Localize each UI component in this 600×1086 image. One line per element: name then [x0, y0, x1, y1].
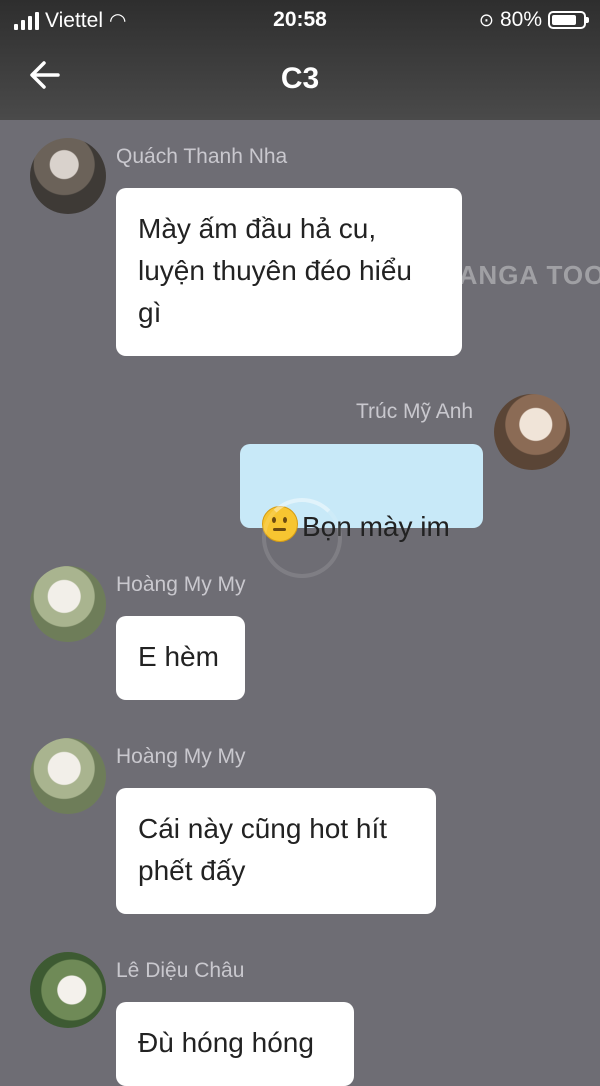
chat-title: C3	[280, 62, 320, 95]
battery-icon	[548, 11, 589, 29]
app-header: Viettel ◠ 20:58 ⊙ 80% C3	[0, 0, 600, 120]
sender-name: Hoàng My My	[116, 745, 246, 768]
orientation-lock-icon: ⊙	[478, 9, 494, 30]
sender-name: Trúc Mỹ Anh	[356, 400, 474, 423]
avatar[interactable]	[30, 138, 106, 214]
message-bubble: Đù hóng hóng	[116, 1002, 354, 1086]
message-bubble: Cái này cũng hot hít phết đấy	[116, 788, 436, 914]
avatar[interactable]	[30, 952, 106, 1028]
message-bubble: Mày ấm đầu hả cu, luyện thuyên đéo hiểu …	[116, 188, 462, 356]
message-bubble: E hèm	[116, 616, 245, 700]
sender-name: Hoàng My My	[116, 573, 246, 596]
battery-percent: 80%	[499, 8, 542, 31]
loading-spinner-icon	[262, 498, 342, 578]
avatar[interactable]	[30, 566, 106, 642]
status-bar: Viettel ◠ 20:58 ⊙ 80%	[0, 0, 600, 40]
avatar[interactable]	[494, 394, 570, 470]
sender-name: Lê Diệu Châu	[116, 959, 245, 982]
sender-name: Quách Thanh Nha	[116, 145, 288, 168]
avatar[interactable]	[30, 738, 106, 814]
watermark-logo: MANGA TOON	[436, 260, 600, 290]
